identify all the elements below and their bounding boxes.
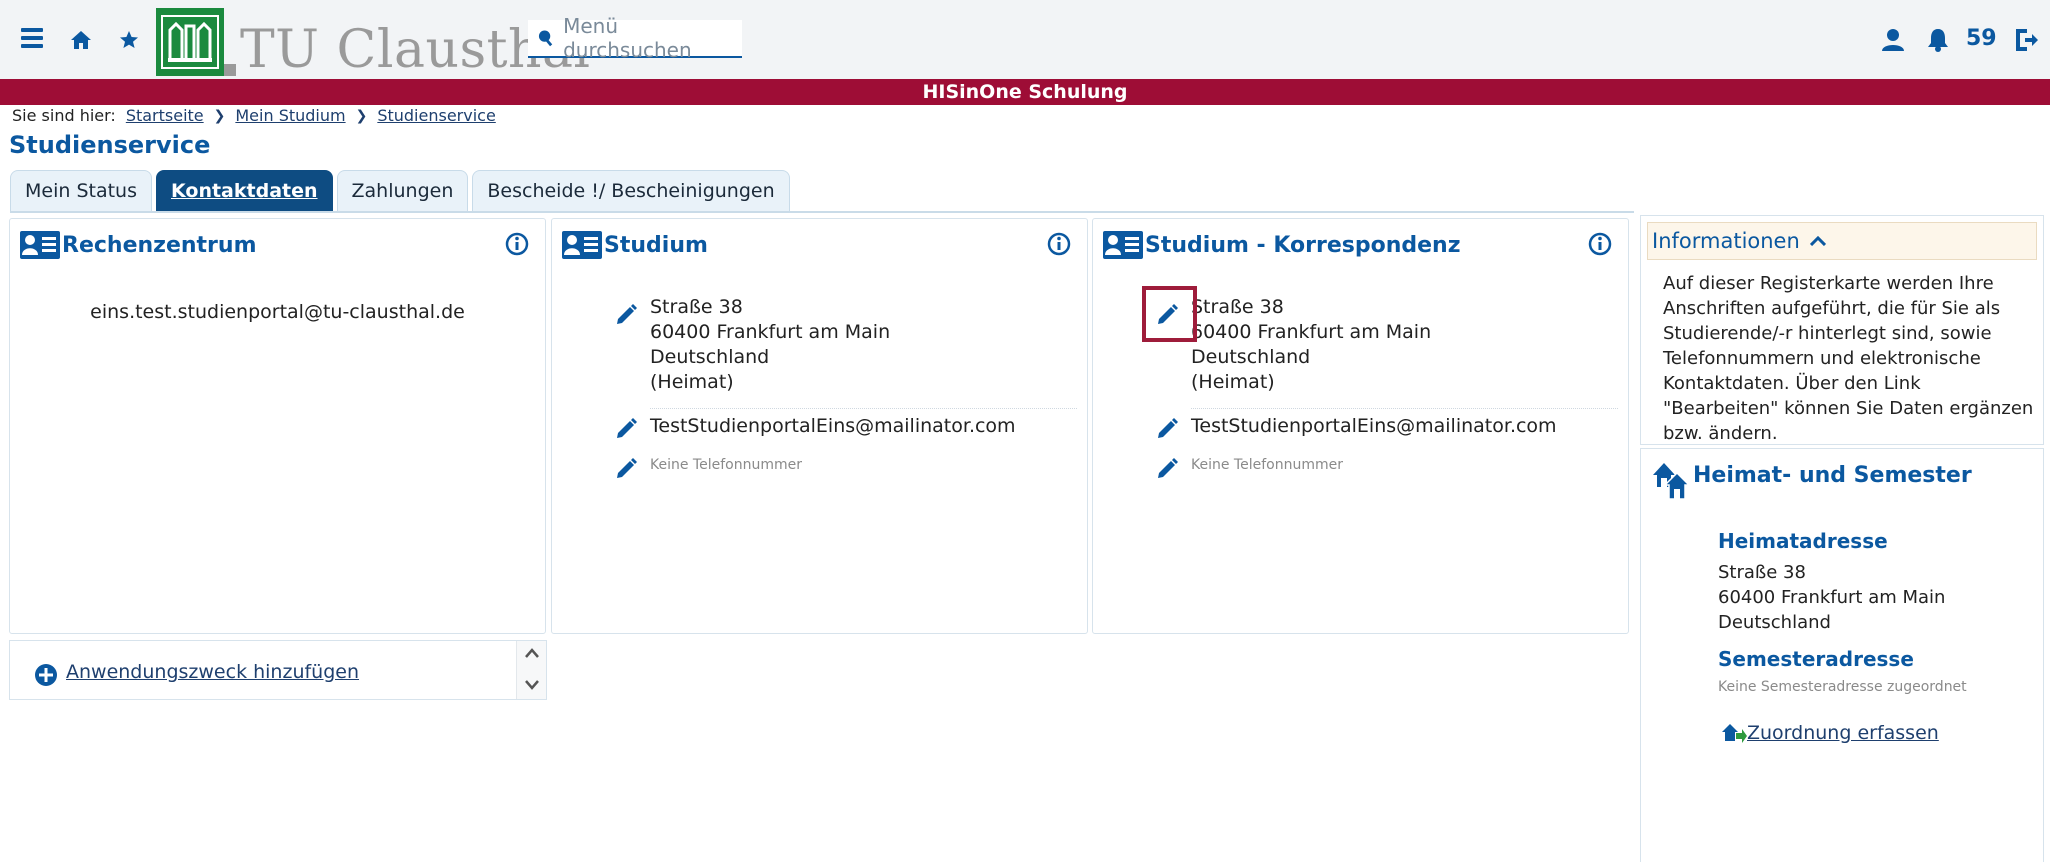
menu-icon[interactable] <box>18 24 46 52</box>
add-purpose-box: Anwendungszweck hinzufügen <box>9 640 547 700</box>
address-street: Straße 38 <box>1718 562 1806 583</box>
info-panel-toggle[interactable]: Informationen <box>1647 222 2037 260</box>
card-title: Studium <box>604 232 708 258</box>
chevron-right-icon: ❯ <box>213 107 226 124</box>
chevron-right-icon: ❯ <box>355 107 368 124</box>
address-country: Deutschland <box>1718 612 1831 633</box>
chevron-down-icon[interactable] <box>525 679 539 691</box>
address-street: Straße 38 <box>650 296 743 318</box>
tab-kontaktdaten[interactable]: Kontaktdaten <box>156 170 333 212</box>
home-icon[interactable] <box>68 27 94 53</box>
home-address: Straße 38 60400 Frankfurt am Main Deutsc… <box>1718 560 1945 635</box>
contact-card-icon <box>20 231 60 259</box>
rz-email: eins.test.studienportal@tu-clausthal.de <box>90 301 465 323</box>
notification-count[interactable]: 59 <box>1966 26 1997 51</box>
assign-house-icon <box>1722 724 1747 743</box>
edit-address-pencil-icon[interactable] <box>614 303 638 331</box>
address-type: (Heimat) <box>650 371 734 393</box>
edit-email-pencil-icon[interactable] <box>614 417 638 445</box>
card-title: Rechenzentrum <box>62 232 257 258</box>
address-country: Deutschland <box>650 346 770 368</box>
panel-title: Heimat- und Semester <box>1693 463 1972 488</box>
breadcrumb: Sie sind hier: Startseite ❯ Mein Studium… <box>12 106 496 125</box>
info-icon[interactable] <box>505 232 529 260</box>
breadcrumb-startseite[interactable]: Startseite <box>126 106 204 125</box>
assign-address-label: Zuordnung erfassen <box>1747 722 1939 744</box>
info-panel: Informationen Auf dieser Registerkarte w… <box>1640 215 2044 445</box>
no-semester-address-text: Keine Semesteradresse zugeordnet <box>1718 679 1967 695</box>
chevron-up-icon <box>1809 236 1826 246</box>
contact-card-icon <box>1103 231 1143 259</box>
assign-address-link[interactable]: Zuordnung erfassen <box>1721 721 1939 745</box>
info-panel-text: Auf dieser Registerkarte werden Ihre Ans… <box>1663 273 2034 444</box>
breadcrumb-prefix: Sie sind hier: <box>12 106 116 125</box>
address-country: Deutschland <box>1191 346 1311 368</box>
info-icon[interactable] <box>1588 232 1612 260</box>
bell-icon[interactable] <box>1925 27 1951 53</box>
tab-zahlungen[interactable]: Zahlungen <box>336 170 469 212</box>
postal-address: Straße 38 60400 Frankfurt am Main Deutsc… <box>650 295 890 395</box>
logo-crest-icon <box>156 8 236 76</box>
menu-search-input[interactable]: Menü durchsuchen <box>528 14 742 62</box>
tab-bescheide[interactable]: Bescheide !/ Bescheinigungen <box>472 170 790 212</box>
card-title: Studium - Korrespondenz <box>1145 232 1461 258</box>
address-type: (Heimat) <box>1191 371 1275 393</box>
divider <box>1191 408 1618 409</box>
edit-phone-pencil-icon[interactable] <box>1155 457 1179 485</box>
tu-clausthal-logo[interactable]: TU Clausthal <box>156 6 591 76</box>
address-street: Straße 38 <box>1191 296 1284 318</box>
houses-icon <box>1651 459 1691 503</box>
tab-bar: Mein Status Kontaktdaten Zahlungen Besch… <box>10 170 790 212</box>
top-header: TU Clausthal Menü durchsuchen 59 <box>0 0 2050 79</box>
card-korrespondenz: Studium - Korrespondenz Straße 38 60400 … <box>1092 218 1629 634</box>
postal-address: Straße 38 60400 Frankfurt am Main Deutsc… <box>1191 295 1431 395</box>
add-purpose-link[interactable]: Anwendungszweck hinzufügen <box>66 661 359 683</box>
system-band: HISinOne Schulung <box>0 79 2050 105</box>
tab-divider <box>10 211 1634 213</box>
edit-phone-pencil-icon[interactable] <box>614 457 638 485</box>
no-phone-text: Keine Telefonnummer <box>650 457 802 473</box>
info-icon[interactable] <box>1047 232 1071 260</box>
edit-email-pencil-icon[interactable] <box>1155 417 1179 445</box>
tab-mein-status[interactable]: Mein Status <box>10 170 152 212</box>
breadcrumb-studienservice[interactable]: Studienservice <box>377 106 495 125</box>
email-address: TestStudienportalEins@mailinator.com <box>650 415 1016 437</box>
info-panel-title: Informationen <box>1652 229 1800 253</box>
chevron-up-icon[interactable] <box>525 647 539 659</box>
email-address: TestStudienportalEins@mailinator.com <box>1191 415 1557 437</box>
no-phone-text: Keine Telefonnummer <box>1191 457 1343 473</box>
page-title: Studienservice <box>9 131 211 159</box>
plus-circle-icon[interactable] <box>34 663 58 691</box>
card-studium: Studium Straße 38 60400 Frankfurt am Mai… <box>551 218 1088 634</box>
star-icon[interactable] <box>116 27 142 53</box>
address-city: 60400 Frankfurt am Main <box>650 321 891 343</box>
scrollbar[interactable] <box>516 641 546 699</box>
search-placeholder: Menü durchsuchen <box>563 14 692 62</box>
search-icon <box>538 30 553 47</box>
card-rechenzentrum: Rechenzentrum eins.test.studienportal@tu… <box>9 218 546 634</box>
home-address-heading: Heimatadresse <box>1718 529 1888 553</box>
semester-address-heading: Semesteradresse <box>1718 647 1914 671</box>
highlight-box <box>1142 286 1197 342</box>
divider <box>650 408 1077 409</box>
address-city: 60400 Frankfurt am Main <box>1191 321 1432 343</box>
breadcrumb-mein-studium[interactable]: Mein Studium <box>235 106 345 125</box>
logout-icon[interactable] <box>2012 26 2040 54</box>
user-icon[interactable] <box>1880 27 1906 53</box>
contact-card-icon <box>562 231 602 259</box>
home-semester-panel: Heimat- und Semester Heimatadresse Straß… <box>1640 448 2044 862</box>
address-city: 60400 Frankfurt am Main <box>1718 587 1946 608</box>
